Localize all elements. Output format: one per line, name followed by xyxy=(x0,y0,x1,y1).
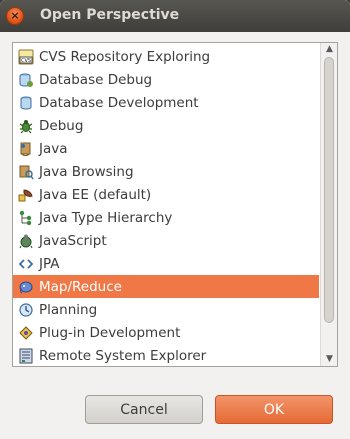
jpa-icon xyxy=(18,256,34,272)
list-item[interactable]: Remote System Explorer xyxy=(13,344,319,366)
list-item[interactable]: Java EE (default) xyxy=(13,183,319,206)
open-perspective-dialog: × Open Perspective CVS CVS Repository Ex… xyxy=(0,0,350,439)
list-item-selected[interactable]: Map/Reduce xyxy=(13,275,319,298)
database-debug-icon xyxy=(18,72,34,88)
list-item[interactable]: Java Browsing xyxy=(13,160,319,183)
list-item-label: JavaScript xyxy=(39,232,107,249)
perspective-list-items: CVS CVS Repository Exploring Database De… xyxy=(13,45,319,366)
list-item-label: Java xyxy=(39,140,68,157)
list-item[interactable]: JavaScript xyxy=(13,229,319,252)
java-icon xyxy=(18,141,34,157)
title-bar: × Open Perspective xyxy=(0,0,350,32)
list-item-label: Debug xyxy=(39,117,84,134)
planning-clock-icon xyxy=(18,302,34,318)
list-item-label: Planning xyxy=(39,301,98,318)
list-item-label: Java EE (default) xyxy=(39,186,152,203)
dialog-title: Open Perspective xyxy=(40,7,180,23)
list-item-label: JPA xyxy=(39,255,60,272)
list-item[interactable]: Java xyxy=(13,137,319,160)
scrollbar-thumb[interactable] xyxy=(324,57,334,323)
java-ee-icon xyxy=(18,187,34,203)
list-item[interactable]: Debug xyxy=(13,114,319,137)
scroll-down-arrow-icon[interactable]: ▼ xyxy=(325,355,334,364)
svg-text:CVS: CVS xyxy=(21,58,31,64)
javascript-icon xyxy=(18,233,34,249)
map-reduce-elephant-icon xyxy=(18,279,34,295)
list-item-label: Plug-in Development xyxy=(39,324,181,341)
perspective-list[interactable]: CVS CVS Repository Exploring Database De… xyxy=(12,42,338,367)
list-item[interactable]: CVS CVS Repository Exploring xyxy=(13,45,319,68)
list-item-label: Remote System Explorer xyxy=(39,347,207,364)
list-item-label: Java Type Hierarchy xyxy=(39,209,173,226)
list-item[interactable]: Planning xyxy=(13,298,319,321)
list-item-label: CVS Repository Exploring xyxy=(39,48,211,65)
debug-bug-icon xyxy=(18,118,34,134)
java-browsing-icon xyxy=(18,164,34,180)
list-item[interactable]: Database Development xyxy=(13,91,319,114)
close-window-button[interactable]: × xyxy=(6,7,24,25)
remote-system-explorer-icon xyxy=(18,348,34,364)
scroll-up-arrow-icon[interactable]: ▲ xyxy=(325,45,334,54)
list-item[interactable]: JPA xyxy=(13,252,319,275)
list-item-label: Map/Reduce xyxy=(39,278,122,295)
vertical-scrollbar[interactable]: ▲ ▼ xyxy=(320,43,337,366)
cvs-icon: CVS xyxy=(18,49,34,65)
ok-button[interactable]: OK xyxy=(215,395,333,424)
list-item[interactable]: Plug-in Development xyxy=(13,321,319,344)
database-development-icon xyxy=(18,95,34,111)
cancel-button[interactable]: Cancel xyxy=(85,395,203,424)
plugin-development-icon xyxy=(18,325,34,341)
list-item[interactable]: Java Type Hierarchy xyxy=(13,206,319,229)
type-hierarchy-icon xyxy=(18,210,34,226)
list-item-label: Database Development xyxy=(39,94,199,111)
list-item-label: Java Browsing xyxy=(39,163,134,180)
list-item-label: Database Debug xyxy=(39,71,153,88)
list-item[interactable]: Database Debug xyxy=(13,68,319,91)
